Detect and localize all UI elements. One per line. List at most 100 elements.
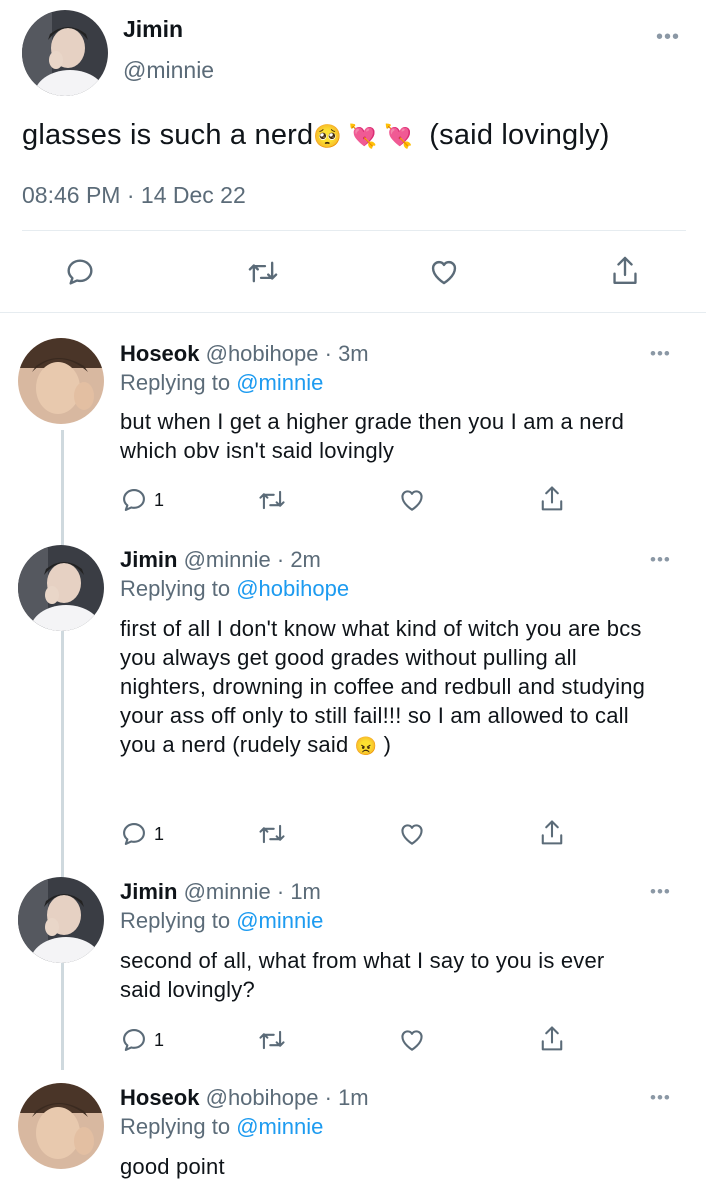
reply-time[interactable]: 1m xyxy=(338,1085,369,1110)
reply-emoji: 😠 xyxy=(354,736,378,756)
tweet-author-name[interactable]: Jimin xyxy=(123,16,183,43)
reply-text: second of all, what from what I say to y… xyxy=(120,948,605,1002)
separator-dot: · xyxy=(324,341,332,366)
retweet-icon xyxy=(248,261,278,283)
reply-text: good point xyxy=(120,1154,225,1179)
share-icon xyxy=(541,820,563,845)
like-button[interactable] xyxy=(397,820,427,848)
more-options-button[interactable]: ••• xyxy=(656,27,680,47)
reply-icon xyxy=(67,259,93,285)
divider xyxy=(22,230,686,231)
reply-count: 1 xyxy=(154,1029,165,1050)
reply-author-handle[interactable]: @minnie xyxy=(184,879,271,904)
share-icon xyxy=(541,486,563,511)
reply-author-name[interactable]: Hoseok xyxy=(120,1085,199,1110)
separator-dot: · xyxy=(324,1085,332,1110)
retweet-icon xyxy=(259,1030,285,1050)
more-options-button[interactable]: ••• xyxy=(650,551,671,568)
reply-count: 1 xyxy=(154,823,165,844)
reply-time[interactable]: 2m xyxy=(290,547,321,572)
share-icon xyxy=(613,256,637,284)
divider xyxy=(0,312,706,313)
share-button[interactable] xyxy=(609,254,641,288)
replying-to-link[interactable]: @minnie xyxy=(236,908,323,933)
reply-time[interactable]: 3m xyxy=(338,341,369,366)
like-icon xyxy=(401,1030,423,1051)
reply-text: first of all I don't know what kind of w… xyxy=(120,614,660,761)
more-options-button[interactable]: ••• xyxy=(650,345,671,362)
reply-button[interactable]: 1 xyxy=(120,820,164,848)
reply-text: but when I get a higher grade then you I… xyxy=(120,409,625,463)
separator-dot: · xyxy=(276,547,285,572)
reply-author-handle[interactable]: @minnie xyxy=(184,547,271,572)
reply-icon xyxy=(123,1029,145,1051)
tweet-timestamp[interactable]: 08:46 PM · 14 Dec 22 xyxy=(22,182,246,209)
reply-time[interactable]: 1m xyxy=(290,879,321,904)
reply-header: Hoseok @hobihope · 1m xyxy=(120,1084,369,1112)
separator-dot: · xyxy=(276,879,285,904)
like-button[interactable] xyxy=(397,1026,427,1054)
reply-author-handle[interactable]: @hobihope xyxy=(206,341,319,366)
like-button[interactable] xyxy=(427,256,461,288)
avatar-image-hoseok xyxy=(18,338,104,424)
share-icon xyxy=(541,1026,563,1051)
retweet-button[interactable] xyxy=(257,820,287,848)
retweet-icon xyxy=(259,824,285,844)
tweet-text: glasses is such a nerd🥺 💘 💘 (said loving… xyxy=(22,119,610,152)
reply-icon xyxy=(123,823,145,845)
retweet-icon xyxy=(259,490,285,510)
reply-author-name[interactable]: Jimin xyxy=(120,879,177,904)
share-button[interactable] xyxy=(538,818,566,848)
avatar[interactable] xyxy=(18,545,104,631)
reply-header: Jimin @minnie · 1m xyxy=(120,878,321,906)
retweet-button[interactable] xyxy=(246,256,280,288)
avatar[interactable] xyxy=(18,877,104,963)
reply-button[interactable]: 1 xyxy=(120,1026,164,1054)
separator-dot: · xyxy=(126,182,135,208)
tweet-text-suffix: (said lovingly) xyxy=(429,119,610,151)
more-options-button[interactable]: ••• xyxy=(650,883,671,900)
share-button[interactable] xyxy=(538,1024,566,1054)
reply-icon xyxy=(123,489,145,511)
reply-author-handle[interactable]: @hobihope xyxy=(206,1085,319,1110)
reply-author-name[interactable]: Jimin xyxy=(120,547,177,572)
reply-count: 1 xyxy=(154,489,165,510)
like-icon xyxy=(431,260,457,285)
tweet-text-body: glasses is such a nerd xyxy=(22,119,314,151)
replying-to: Replying to @hobihope xyxy=(120,575,349,603)
reply-author-name[interactable]: Hoseok xyxy=(120,341,199,366)
replying-to: Replying to @minnie xyxy=(120,369,323,397)
like-icon xyxy=(401,824,423,845)
replying-to-link[interactable]: @minnie xyxy=(236,370,323,395)
tweet-emoji: 🥺 💘 💘 xyxy=(313,123,414,149)
avatar[interactable] xyxy=(18,1083,104,1169)
tweet-date: 14 Dec 22 xyxy=(140,182,246,208)
avatar-image-jimin xyxy=(22,10,108,96)
reply-text-body: first of all I don't know what kind of w… xyxy=(120,616,646,757)
retweet-button[interactable] xyxy=(257,486,287,514)
replying-to: Replying to @minnie xyxy=(120,1113,323,1141)
reply-header: Hoseok @hobihope · 3m xyxy=(120,340,369,368)
like-icon xyxy=(401,490,423,511)
avatar-image-jimin xyxy=(18,877,104,963)
replying-to-label: Replying to xyxy=(120,1114,231,1139)
replying-to: Replying to @minnie xyxy=(120,907,323,935)
replying-to-link[interactable]: @hobihope xyxy=(236,576,349,601)
retweet-button[interactable] xyxy=(257,1026,287,1054)
tweet-time: 08:46 PM xyxy=(22,182,121,208)
reply-button[interactable]: 1 xyxy=(120,486,164,514)
replying-to-label: Replying to xyxy=(120,370,231,395)
reply-header: Jimin @minnie · 2m xyxy=(120,546,321,574)
like-button[interactable] xyxy=(397,486,427,514)
avatar[interactable] xyxy=(22,10,108,96)
tweet-author-handle[interactable]: @minnie xyxy=(123,57,214,84)
avatar[interactable] xyxy=(18,338,104,424)
thread-line xyxy=(61,430,64,1070)
more-options-button[interactable]: ••• xyxy=(650,1089,671,1106)
avatar-image-hoseok xyxy=(18,1083,104,1169)
replying-to-label: Replying to xyxy=(120,576,231,601)
replying-to-link[interactable]: @minnie xyxy=(236,1114,323,1139)
avatar-image-jimin xyxy=(18,545,104,631)
share-button[interactable] xyxy=(538,484,566,514)
reply-button[interactable] xyxy=(64,256,96,288)
